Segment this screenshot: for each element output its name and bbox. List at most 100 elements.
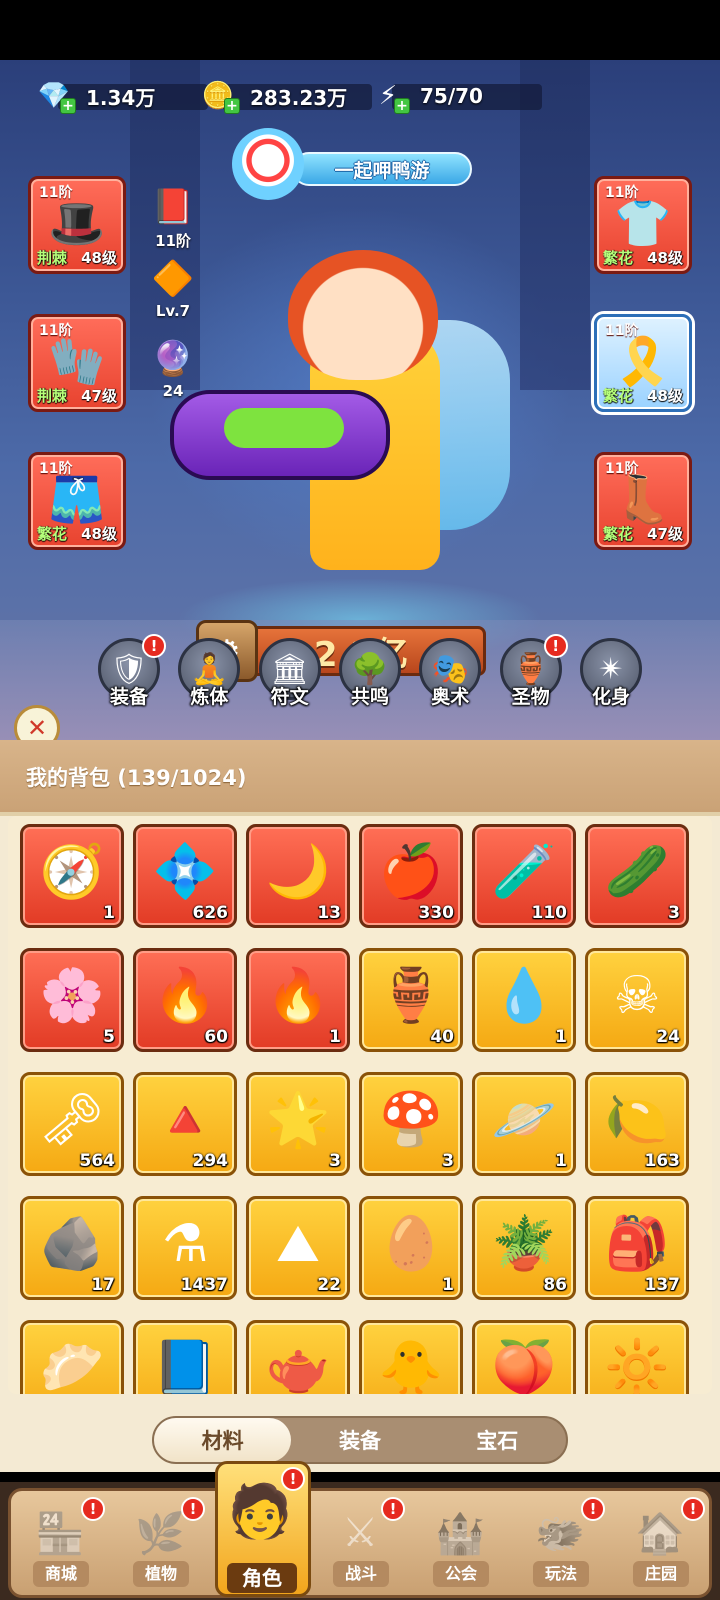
item-icon: ⚗ <box>161 1214 209 1274</box>
equip-level: 48级 <box>647 387 683 405</box>
nav-battle[interactable]: ⚔ 战斗! <box>311 1491 409 1597</box>
bag-item[interactable]: 🥒 3 <box>585 824 689 928</box>
func-relic[interactable]: 🏺 圣物 ! <box>498 634 568 716</box>
bag-item[interactable]: 🪴 86 <box>472 1196 576 1300</box>
bag-item[interactable]: 🔆 <box>585 1320 689 1394</box>
bag-item[interactable]: 💠 626 <box>133 824 237 928</box>
item-icon: 📘 <box>152 1338 218 1394</box>
hero-character[interactable] <box>160 210 540 630</box>
nav-shop[interactable]: 🏪 商城! <box>11 1491 109 1597</box>
bag-item[interactable]: 🍄 3 <box>359 1072 463 1176</box>
item-icon: 🧭 <box>39 842 105 902</box>
equip-slot-gloves[interactable]: 🧤 11阶 荆棘 47级 <box>28 314 126 412</box>
equip-set-name: 繁花 <box>603 387 634 405</box>
bag-item[interactable]: 🪐 1 <box>472 1072 576 1176</box>
item-quantity: 17 <box>91 1275 115 1295</box>
bag-item[interactable]: 🪨 17 <box>20 1196 124 1300</box>
func-equipment[interactable]: 🛡 装备 ! <box>96 634 166 716</box>
bag-item[interactable]: 🍑 <box>472 1320 576 1394</box>
item-quantity: 1 <box>103 903 115 923</box>
item-icon: 🏺 <box>378 966 444 1026</box>
bag-item[interactable]: 🌟 3 <box>246 1072 350 1176</box>
bag-item[interactable]: 🎒 137 <box>585 1196 689 1300</box>
nav-gameplay[interactable]: 🐲 玩法! <box>511 1491 609 1597</box>
pants-icon: 🩳 <box>48 472 106 526</box>
resource-diamond[interactable]: 💎 + 1.34万 <box>36 78 208 114</box>
bag-item[interactable]: 🌸 5 <box>20 948 124 1052</box>
bag-tabs: 材料 装备 宝石 <box>152 1416 568 1464</box>
bag-item[interactable]: 🥚 1 <box>359 1196 463 1300</box>
resource-stamina[interactable]: ⚡ + 75/70 <box>370 78 542 114</box>
nav-character[interactable]: 🧑 角色! <box>211 1461 311 1597</box>
func-arcane[interactable]: 🎭 奥术 <box>417 638 483 716</box>
bottom-nav-bar: 🏪 商城! 🌿 植物! 🧑 角色! ⚔ 战斗! 🏰 公会 🐲 玩法! 🏠 庄园! <box>8 1461 712 1598</box>
bag-item[interactable]: 🔺 294 <box>133 1072 237 1176</box>
nav-plants[interactable]: 🌿 植物! <box>111 1491 209 1597</box>
shirt-icon: 👕 <box>614 196 672 250</box>
equip-slot-belt[interactable]: 🎗️ 11阶 繁花 48级 <box>594 314 692 412</box>
event-ribbon: 一起呷鸭游 <box>292 152 472 186</box>
item-icon: 💧 <box>491 966 557 1026</box>
bag-item[interactable]: 📘 <box>133 1320 237 1394</box>
item-quantity: 564 <box>79 1151 116 1171</box>
func-body-training[interactable]: 🧘 炼体 <box>176 638 242 716</box>
func-label: 共鸣 <box>350 686 389 708</box>
equip-level: 47级 <box>647 525 683 543</box>
item-icon: 🥚 <box>378 1214 444 1274</box>
bag-item[interactable]: 🔥 60 <box>133 948 237 1052</box>
item-quantity: 1 <box>555 1151 567 1171</box>
item-icon: 🫖 <box>265 1338 331 1394</box>
bag-item[interactable]: 🧭 1 <box>20 824 124 928</box>
add-stamina-icon[interactable]: + <box>394 98 410 114</box>
item-quantity: 24 <box>656 1027 680 1047</box>
bag-item[interactable]: 💧 1 <box>472 948 576 1052</box>
bag-item[interactable]: 🍎 330 <box>359 824 463 928</box>
equip-slot-helmet[interactable]: 🎩 11阶 荆棘 48级 <box>28 176 126 274</box>
bag-item[interactable]: 🧪 110 <box>472 824 576 928</box>
resource-gold[interactable]: 🪙 + 283.23万 <box>200 78 372 114</box>
equip-slot-boots[interactable]: 👢 11阶 繁花 47级 <box>594 452 692 550</box>
nav-label: 公会 <box>433 1561 489 1587</box>
item-icon: 🍎 <box>378 842 444 902</box>
bag-item[interactable]: 🗝 564 <box>20 1072 124 1176</box>
func-avatar[interactable]: ✴ 化身 <box>578 638 644 716</box>
item-icon: 🍑 <box>491 1338 557 1394</box>
item-quantity: 40 <box>430 1027 454 1047</box>
hero-head <box>288 250 438 380</box>
equip-tier: 11阶 <box>605 185 639 201</box>
add-diamond-icon[interactable]: + <box>60 98 76 114</box>
nav-manor[interactable]: 🏠 庄园! <box>611 1491 709 1597</box>
tab-materials[interactable]: 材料 <box>154 1418 292 1462</box>
func-rune[interactable]: 🏛 符文 <box>257 638 323 716</box>
item-quantity: 1437 <box>180 1275 228 1295</box>
tab-gems[interactable]: 宝石 <box>429 1418 566 1462</box>
bag-item[interactable]: ⚗ 1437 <box>133 1196 237 1300</box>
bag-item[interactable]: 🐥 <box>359 1320 463 1394</box>
bag-item[interactable]: 🍋 163 <box>585 1072 689 1176</box>
equip-slot-pants[interactable]: 🩳 11阶 繁花 48级 <box>28 452 126 550</box>
nav-label: 庄园 <box>633 1561 689 1587</box>
func-resonance[interactable]: 🌳 共鸣 <box>337 638 403 716</box>
tab-equipment[interactable]: 装备 <box>291 1418 428 1462</box>
equip-tier: 11阶 <box>605 461 639 477</box>
bag-item[interactable]: 🥟 <box>20 1320 124 1394</box>
equip-slot-armor[interactable]: 👕 11阶 繁花 48级 <box>594 176 692 274</box>
diamond-value: 1.34万 <box>86 85 156 110</box>
bag-item[interactable]: 🫖 <box>246 1320 350 1394</box>
bag-item[interactable]: 🌙 13 <box>246 824 350 928</box>
bag-scroll-area[interactable]: 🧭 1 💠 626 🌙 13 🍎 330 🧪 110 🥒 3 🌸 5 🔥 60 🔥 1 🏺 40 💧 1 ☠ 24 🗝 564 🔺 2… <box>8 816 712 1394</box>
water-gun-shape <box>170 390 390 480</box>
alert-badge: ! <box>81 1497 105 1521</box>
nav-guild[interactable]: 🏰 公会 <box>411 1491 509 1597</box>
event-banner[interactable]: 一起呷鸭游 <box>232 128 482 200</box>
add-gold-icon[interactable]: + <box>224 98 240 114</box>
item-icon: 🐥 <box>378 1338 444 1394</box>
item-quantity: 1 <box>329 1027 341 1047</box>
bag-item[interactable]: ☠ 24 <box>585 948 689 1052</box>
bag-item[interactable]: 🔥 1 <box>246 948 350 1052</box>
bag-item[interactable]: ⛰ 22 <box>246 1196 350 1300</box>
item-icon: 🔥 <box>265 966 331 1026</box>
bag-item[interactable]: 🏺 40 <box>359 948 463 1052</box>
item-quantity: 110 <box>531 903 568 923</box>
item-icon: 🔆 <box>604 1338 670 1394</box>
